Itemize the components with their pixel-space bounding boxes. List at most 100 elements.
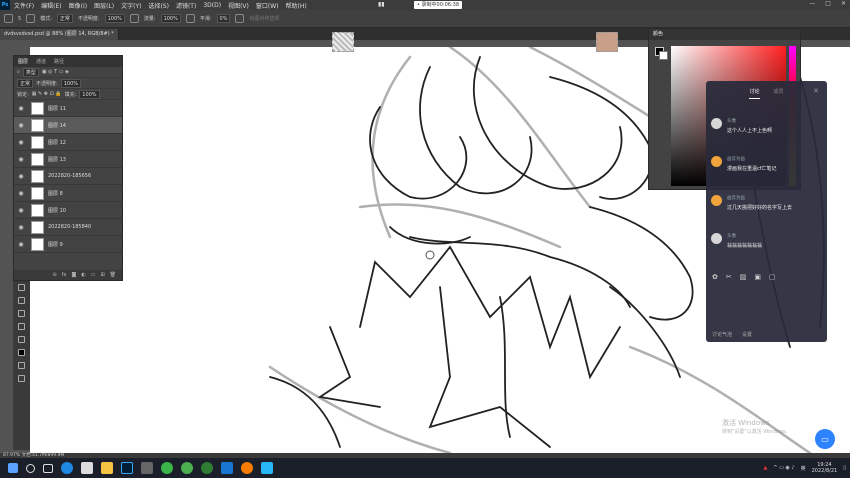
mask-icon[interactable]: ◙ <box>71 272 76 278</box>
ime-indicator[interactable]: 英 <box>801 465 806 472</box>
brush-size[interactable]: 5 <box>18 16 21 22</box>
visibility-eye-icon[interactable]: ◉ <box>17 207 25 214</box>
visibility-eye-icon[interactable]: ◉ <box>17 139 25 146</box>
smooth-settings-icon[interactable] <box>235 14 245 23</box>
menu-view[interactable]: 视图(V) <box>228 1 249 10</box>
windows-start-icon[interactable] <box>8 463 18 473</box>
screen-mode-icon[interactable] <box>18 375 25 382</box>
help-chat-button[interactable]: ▭ <box>815 429 835 449</box>
layer-row[interactable]: ◉ 图层 11 <box>14 100 122 117</box>
opacity-input[interactable]: 100% <box>104 14 125 23</box>
menu-filter[interactable]: 滤镜(T) <box>176 1 196 10</box>
menu-file[interactable]: 文件(F) <box>14 1 34 10</box>
pause-icon[interactable]: ▮▮ <box>378 1 385 8</box>
new-layer-icon[interactable]: ⊞ <box>100 272 104 278</box>
chat-bubble-icon[interactable]: ▢ <box>769 273 776 281</box>
browser-icon[interactable] <box>181 462 193 474</box>
explorer-icon[interactable] <box>101 462 113 474</box>
layer-row[interactable]: ◉ 图层 14 <box>14 117 122 134</box>
bubble-button[interactable]: 讨论气泡 <box>712 331 732 338</box>
layer-row[interactable]: ◉ 图层 8 <box>14 185 122 202</box>
maximize-icon[interactable]: □ <box>825 0 831 7</box>
more-tools-icon[interactable] <box>18 323 25 330</box>
visibility-eye-icon[interactable]: ◉ <box>17 105 25 112</box>
fx-icon[interactable]: fx <box>62 272 67 278</box>
rotate-view-icon[interactable] <box>18 284 25 291</box>
menu-3d[interactable]: 3D(D) <box>203 2 221 9</box>
app-notes-icon[interactable] <box>261 462 273 474</box>
menu-help[interactable]: 帮助(H) <box>286 1 307 10</box>
layer-row[interactable]: ◉ 图层 13 <box>14 151 122 168</box>
tab-members[interactable]: 成员 <box>774 88 784 99</box>
photoshop-taskbar-icon[interactable] <box>121 462 133 474</box>
brush-app-icon[interactable] <box>141 462 153 474</box>
visibility-eye-icon[interactable]: ◉ <box>17 190 25 197</box>
mail-icon[interactable] <box>81 462 93 474</box>
lock-icons[interactable]: ▦ ✎ ✥ ⊡ 🔒 <box>32 91 62 97</box>
filter-icons[interactable]: ▣ ◎ T ▭ ◈ <box>42 69 69 75</box>
link-icon[interactable]: ⊖ <box>53 272 57 278</box>
image-icon[interactable]: ▨ <box>740 273 747 281</box>
tab-layers[interactable]: 图层 <box>18 58 28 65</box>
brush-tool-icon[interactable] <box>4 14 13 23</box>
layer-row[interactable]: ◉ 图层 9 <box>14 236 122 253</box>
quick-mask-icon[interactable] <box>18 362 25 369</box>
minimize-icon[interactable]: — <box>809 0 815 7</box>
flow-input[interactable]: 100% <box>160 14 181 23</box>
task-view-icon[interactable] <box>43 463 53 473</box>
layer-row[interactable]: ◉ 2022820-185840 <box>14 219 122 236</box>
menu-image[interactable]: 图像(I) <box>69 1 87 10</box>
menu-window[interactable]: 窗口(W) <box>256 1 279 10</box>
flower-icon[interactable]: ✿ <box>712 273 718 281</box>
search-icon[interactable] <box>26 463 35 473</box>
app-green-icon[interactable] <box>201 462 213 474</box>
pressure-opacity-icon[interactable] <box>129 14 139 23</box>
visibility-eye-icon[interactable]: ◉ <box>17 156 25 163</box>
desktop-icon[interactable]: ▯ <box>843 465 846 471</box>
tab-discuss[interactable]: 讨论 <box>749 88 760 99</box>
symmetry-label[interactable]: 绘图对称选项 <box>249 15 279 22</box>
close-icon[interactable]: ✕ <box>841 0 846 7</box>
layer-row[interactable]: ◉ 图层 10 <box>14 202 122 219</box>
recording-indicator[interactable]: • 录制中00:06:38 <box>414 1 462 9</box>
menu-type[interactable]: 文字(Y) <box>121 1 141 10</box>
background-swatch[interactable] <box>659 51 668 60</box>
notification-icon[interactable]: ▲ <box>763 465 767 471</box>
settings-button[interactable]: 设置 <box>742 331 752 338</box>
foreground-color-icon[interactable] <box>18 349 25 356</box>
app-orange-icon[interactable] <box>241 462 253 474</box>
visibility-eye-icon[interactable]: ◉ <box>17 224 25 231</box>
blend-mode-select[interactable]: 正常 <box>17 78 34 88</box>
airbrush-icon[interactable] <box>185 14 195 23</box>
smooth-input[interactable]: 0% <box>216 14 231 23</box>
visibility-eye-icon[interactable]: ◉ <box>17 241 25 248</box>
adjustment-icon[interactable]: ◐ <box>81 272 85 278</box>
visibility-eye-icon[interactable]: ◉ <box>17 173 25 180</box>
mode-select[interactable]: 正常 <box>56 14 73 23</box>
tray-icons[interactable]: ^ ▭ ◉ ♪ <box>773 465 794 471</box>
layer-kind-select[interactable]: 类型 <box>22 67 39 77</box>
visibility-eye-icon[interactable]: ◉ <box>17 122 25 129</box>
folder-icon[interactable]: ▭ <box>91 272 96 278</box>
document-tab[interactable]: dvdsvsdvsd.psd @ 88% (图层 14, RGB/8#) * <box>0 29 119 40</box>
picture-icon[interactable]: ▣ <box>754 273 761 281</box>
scissors-icon[interactable]: ✂ <box>726 273 732 281</box>
layer-row[interactable]: ◉ 2022820-185656 <box>14 168 122 185</box>
menu-layer[interactable]: 图层(L) <box>94 1 114 10</box>
layer-row[interactable]: ◉ 图层 12 <box>14 134 122 151</box>
wechat-icon[interactable] <box>161 462 173 474</box>
menu-select[interactable]: 选择(S) <box>148 1 169 10</box>
hand-tool-icon[interactable] <box>18 297 25 304</box>
fill-input[interactable]: 100% <box>79 89 100 99</box>
trash-icon[interactable]: 🗑 <box>110 272 116 278</box>
swap-colors-icon[interactable] <box>18 336 25 343</box>
app-blue-icon[interactable] <box>221 462 233 474</box>
layer-opacity-input[interactable]: 100% <box>60 78 81 88</box>
edge-icon[interactable] <box>61 462 73 474</box>
brush-panel-icon[interactable] <box>26 14 36 23</box>
zoom-tool-icon[interactable] <box>18 310 25 317</box>
clock[interactable]: 19:24 2022/8/21 <box>812 462 838 474</box>
menu-edit[interactable]: 编辑(E) <box>41 1 61 10</box>
tab-channels[interactable]: 通道 <box>36 58 46 65</box>
chat-close-icon[interactable]: ✕ <box>813 87 819 95</box>
